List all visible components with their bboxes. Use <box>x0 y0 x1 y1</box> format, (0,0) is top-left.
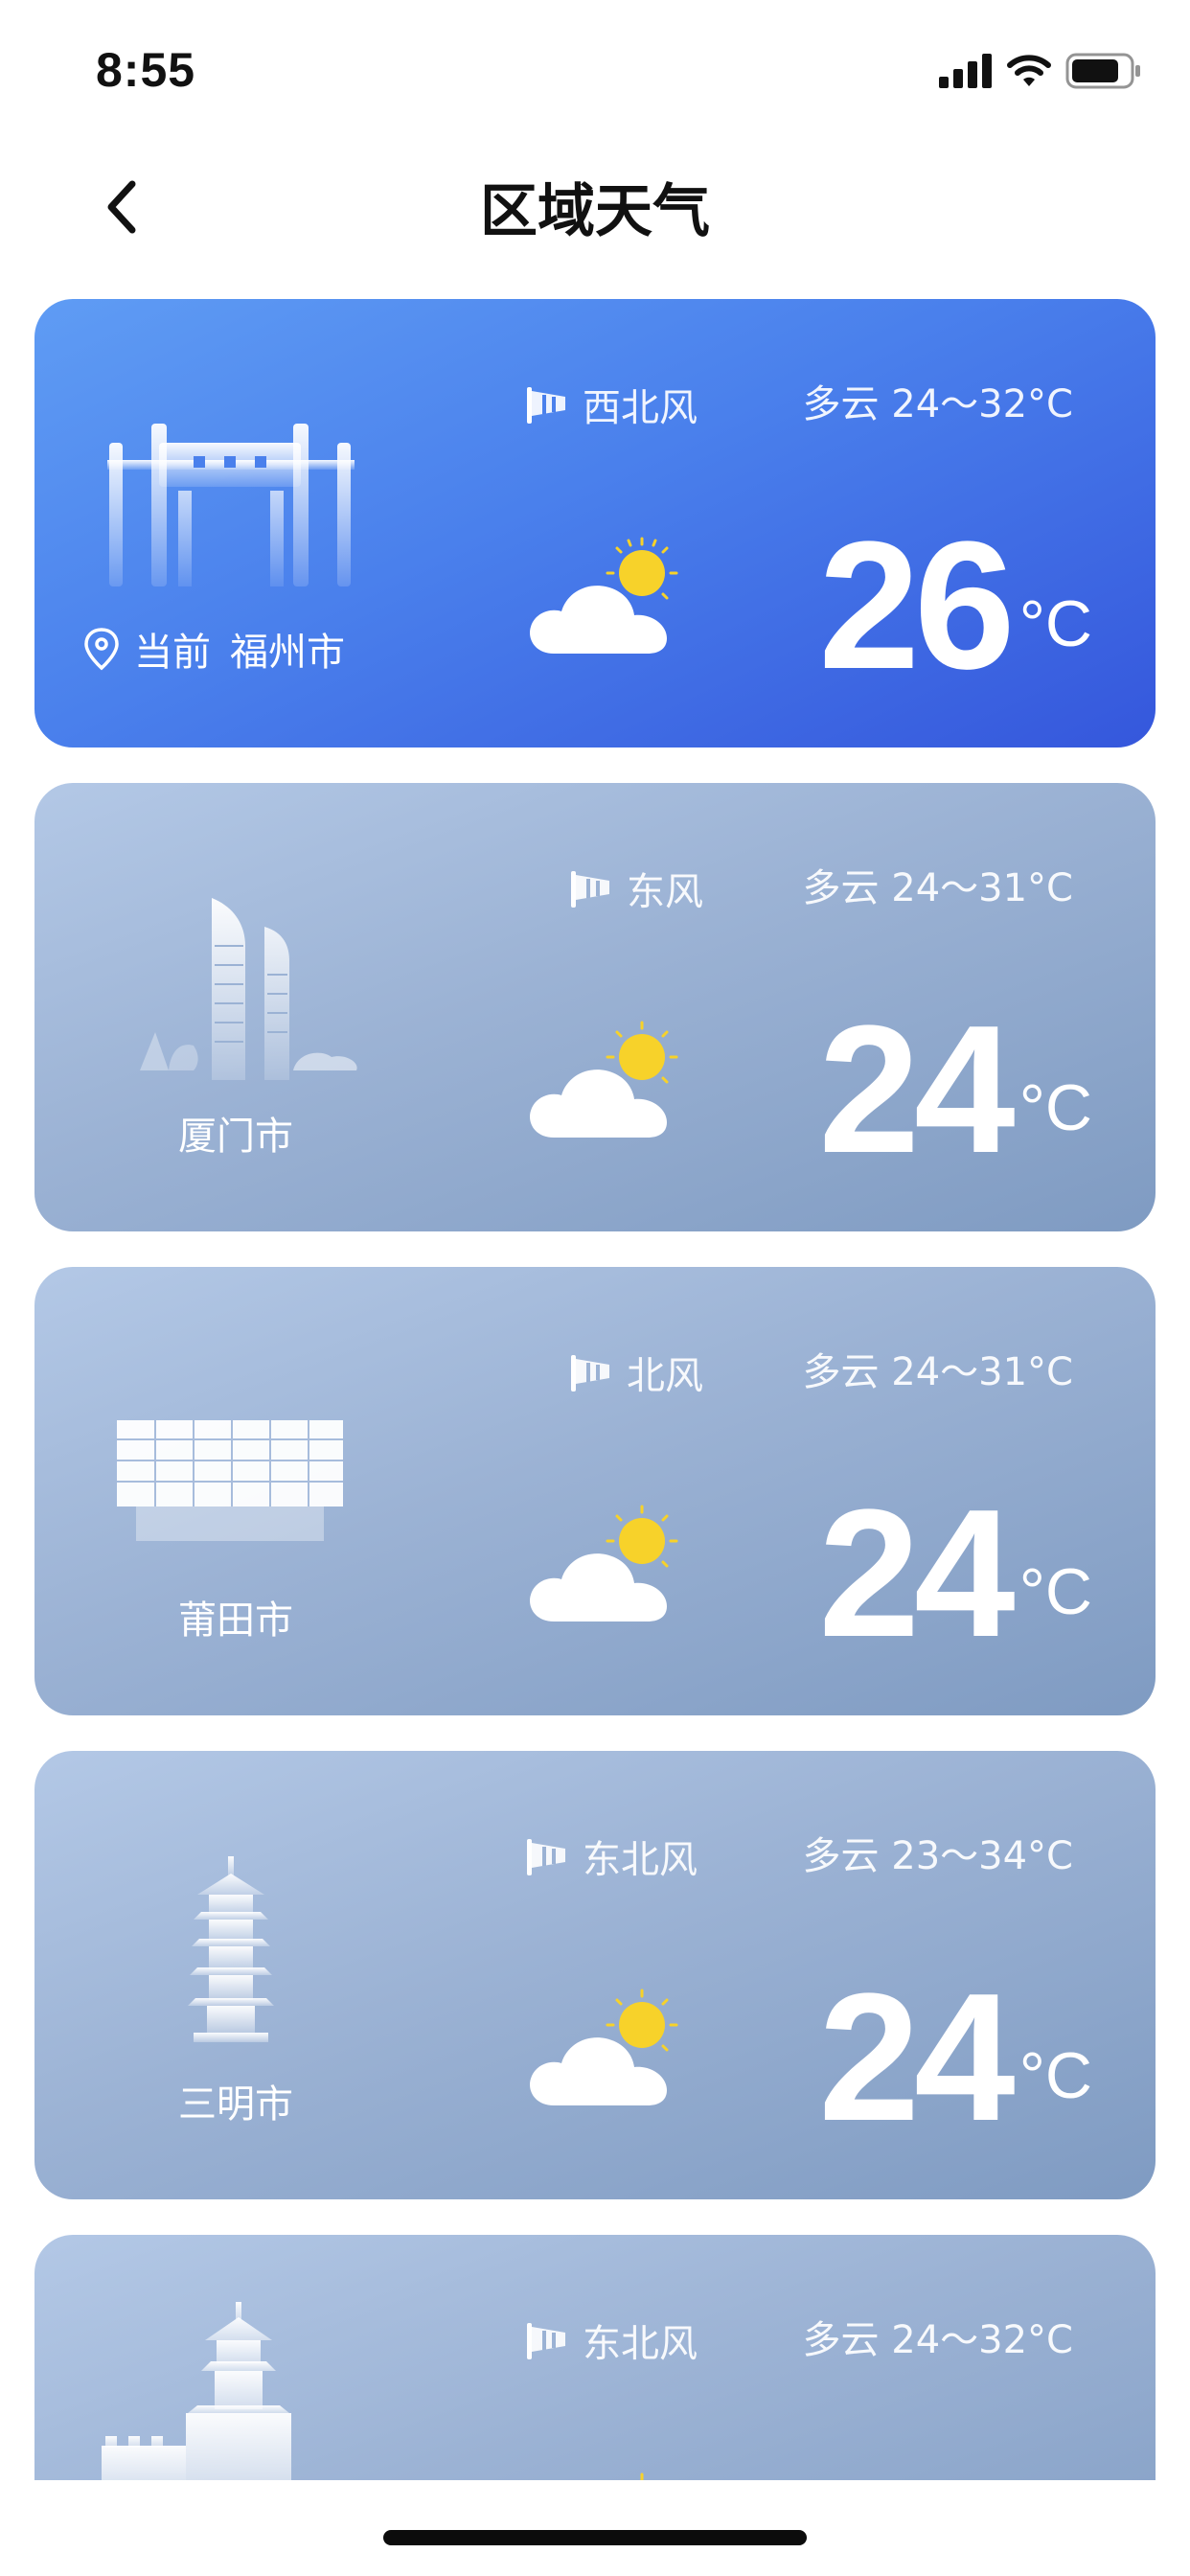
temperature-unit: °C <box>1018 1555 1092 1628</box>
wind-info: 东北风 <box>523 1828 698 1885</box>
wind-info: 东北风 <box>523 2312 698 2369</box>
status-icons <box>939 50 1142 92</box>
towers-landmark-icon <box>140 898 357 1080</box>
temperature-unit: °C <box>1018 587 1092 660</box>
region-card[interactable]: 莆田市 北风 多云 24～31°C 24 °C <box>34 1267 1156 1715</box>
city-name: 莆田市 <box>178 1598 293 1643</box>
temperature-value: 24 <box>818 1956 1015 2159</box>
current-temperature: 24 °C <box>818 994 1092 1185</box>
wifi-icon <box>1007 55 1051 86</box>
temperature-value: 26 <box>818 504 1015 707</box>
temperature-unit: °C <box>1018 2039 1092 2112</box>
wind-label: 西北风 <box>583 386 698 430</box>
region-card[interactable]: 东北风 多云 24～32°C <box>34 2235 1156 2480</box>
city-row: 三明市 <box>34 2067 437 2134</box>
windsock-icon <box>527 387 565 424</box>
wind-label: 东北风 <box>583 2322 698 2366</box>
city-name: 福州市 <box>230 631 345 675</box>
battery-icon <box>1065 53 1140 89</box>
region-card[interactable]: 三明市 东北风 多云 23～34°C 24 °C <box>34 1751 1156 2199</box>
forecast-range: 多云 23～34°C <box>802 1834 1073 1878</box>
region-card-current[interactable]: 当前 福州市 西北风 多云 24～32°C 26 °C <box>34 299 1156 748</box>
location-pin-icon <box>84 628 119 671</box>
region-card[interactable]: 厦门市 东风 多云 24～31°C 24 °C <box>34 783 1156 1231</box>
home-indicator[interactable] <box>383 2530 807 2545</box>
temperature-value: 24 <box>818 988 1015 1191</box>
screen: 8:55 区域天气 当前 福州市 西北风 多云 24～32°C 26 °C 厦门… <box>0 0 1190 2576</box>
region-weather-list[interactable]: 当前 福州市 西北风 多云 24～32°C 26 °C 厦门市 东风 多云 24… <box>34 299 1156 2480</box>
signal-icon <box>939 54 992 88</box>
temperature-unit: °C <box>1018 1071 1092 1144</box>
status-bar: 8:55 <box>0 0 1190 144</box>
building-landmark-icon <box>117 1420 343 1541</box>
windsock-icon <box>571 1355 609 1392</box>
city-row: 厦门市 <box>34 1099 437 1166</box>
city-name: 厦门市 <box>178 1115 293 1159</box>
forecast-range: 多云 24～32°C <box>802 382 1073 426</box>
partly-cloudy-icon <box>530 1505 678 1622</box>
partly-cloudy-icon <box>640 2472 644 2480</box>
temperature-value: 24 <box>818 1472 1015 1675</box>
wind-info: 东风 <box>567 860 703 917</box>
current-label: 当前 <box>134 631 211 675</box>
current-temperature: 26 °C <box>818 510 1092 702</box>
windsock-icon <box>571 871 609 908</box>
status-time: 8:55 <box>96 43 196 97</box>
pagoda-landmark-icon <box>188 1856 274 2042</box>
windsock-icon <box>527 1839 565 1875</box>
forecast-range: 多云 24～31°C <box>802 866 1073 910</box>
partly-cloudy-icon <box>530 1989 678 2105</box>
wind-label: 东北风 <box>583 1838 698 1882</box>
partly-cloudy-icon <box>530 537 678 654</box>
city-row: 莆田市 <box>34 1583 437 1650</box>
forecast-range: 多云 24～32°C <box>802 2318 1073 2362</box>
wind-label: 北风 <box>627 1354 703 1398</box>
nav-bar: 区域天气 <box>0 144 1190 259</box>
windsock-icon <box>527 2323 565 2359</box>
city-row: 当前 福州市 <box>82 615 485 682</box>
forecast-range: 多云 24～31°C <box>802 1350 1073 1394</box>
city-name: 三明市 <box>178 2082 293 2127</box>
gate-landmark-icon <box>107 424 355 586</box>
current-temperature: 24 °C <box>818 1962 1092 2153</box>
partly-cloudy-icon <box>530 1021 678 1138</box>
wind-info: 北风 <box>567 1344 703 1401</box>
wind-info: 西北风 <box>523 376 698 433</box>
wind-label: 东风 <box>627 870 703 914</box>
current-temperature: 24 °C <box>818 1478 1092 1669</box>
pavilion-landmark-icon <box>102 2302 291 2480</box>
page-title: 区域天气 <box>480 178 710 245</box>
